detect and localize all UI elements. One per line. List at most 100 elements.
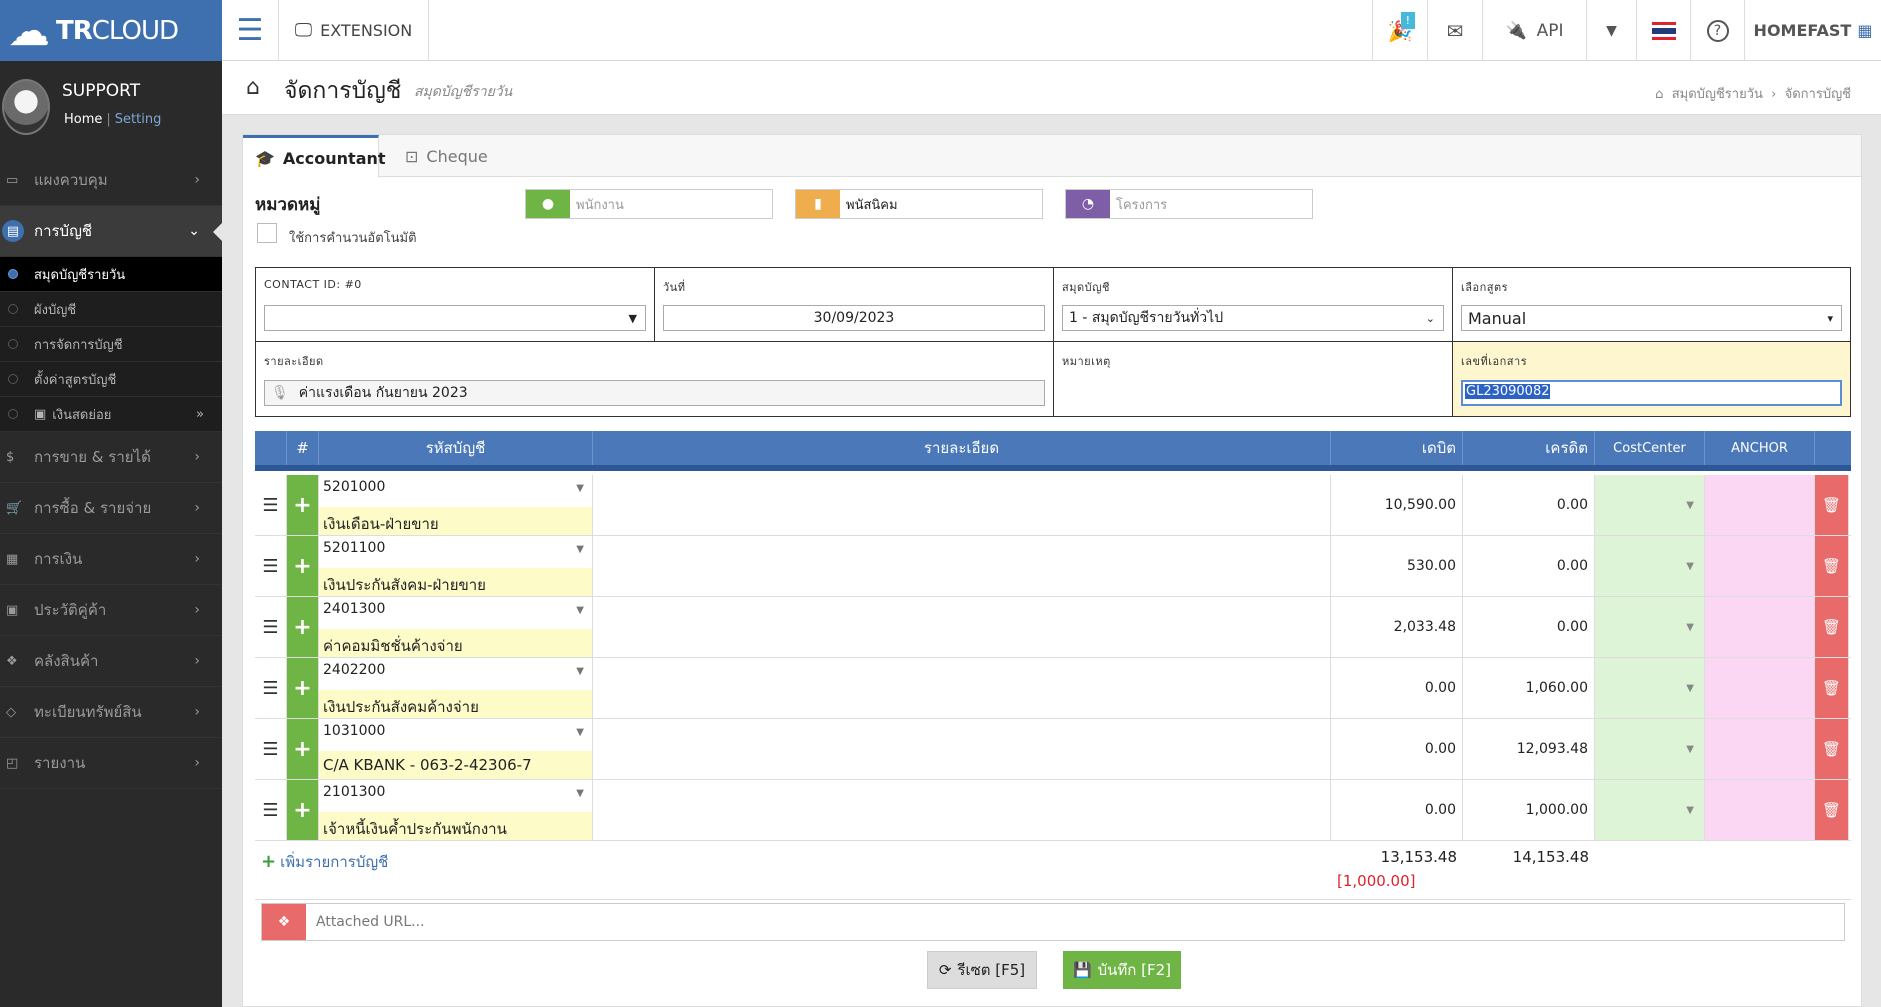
anchor-input[interactable]	[1705, 658, 1815, 718]
credit-input[interactable]: 0.00	[1463, 597, 1595, 657]
submenu-item-chart-of-accounts[interactable]: ผังบัญชี	[0, 292, 222, 327]
sidebar-item-inventory[interactable]: ❖ คลังสินค้า ›	[0, 636, 222, 687]
costcenter-select[interactable]: ▼	[1595, 597, 1705, 657]
journal-select[interactable]: 1 - สมุดบัญชีรายวันทั่วไป ⌄	[1062, 305, 1444, 331]
sidebar-item-dashboard[interactable]: ▭ แผงควบคุม ›	[0, 155, 222, 206]
brand-logo[interactable]: ☁ TR CLOUD	[0, 0, 222, 61]
debit-input[interactable]: 2,033.48	[1331, 597, 1463, 657]
remark-cell[interactable]: หมายเหตุ	[1054, 342, 1453, 416]
trash-icon[interactable]: 🗑	[1815, 536, 1849, 596]
submenu-item-account-management[interactable]: การจัดการบัญชี	[0, 327, 222, 362]
setting-link[interactable]: Setting	[115, 112, 162, 127]
notification-button[interactable]: 🎉 !	[1372, 0, 1427, 61]
formula-select[interactable]: Manual ▾	[1461, 305, 1842, 331]
tab-cheque[interactable]: ⊡ Cheque	[393, 135, 505, 177]
mail-button[interactable]: ✉	[1427, 0, 1482, 61]
trash-icon[interactable]: 🗑	[1815, 658, 1849, 718]
save-button[interactable]: 💾 บันทึก [F2]	[1063, 951, 1181, 989]
dropdown-button[interactable]: ▼	[1586, 0, 1636, 61]
auto-calc-checkbox[interactable]	[257, 223, 277, 243]
help-button[interactable]: ?	[1690, 0, 1744, 61]
costcenter-select[interactable]: ▼	[1595, 780, 1705, 840]
home-link[interactable]: Home	[64, 112, 102, 127]
costcenter-select[interactable]: ▼	[1595, 658, 1705, 718]
submenu-item-petty-cash[interactable]: ▣ เงินสดย่อย »	[0, 397, 222, 432]
line-detail-input[interactable]	[593, 536, 1331, 596]
anchor-input[interactable]	[1705, 597, 1815, 657]
sidebar-item-accounting[interactable]: ▤ การบัญชี ⌄	[0, 206, 222, 257]
trash-icon[interactable]: 🗑	[1815, 719, 1849, 779]
add-line-link[interactable]: + เพิ่มรายการบัญชี	[261, 850, 388, 874]
group-field[interactable]: ▮ พนัสนิคม	[795, 189, 1043, 219]
hamburger-icon[interactable]: ☰	[222, 0, 279, 61]
line-detail-input[interactable]	[593, 719, 1331, 779]
add-row-button[interactable]: +	[287, 597, 319, 657]
trash-icon[interactable]: 🗑	[1815, 597, 1849, 657]
drag-handle-icon[interactable]: ☰	[255, 719, 287, 779]
avatar[interactable]	[2, 79, 50, 135]
project-field[interactable]: ◔ โครงการ	[1065, 189, 1313, 219]
employee-field[interactable]: ● พนักงาน	[525, 189, 773, 219]
extension-button[interactable]: 🖵 EXTENSION	[279, 0, 429, 61]
sidebar-item-sales[interactable]: $ การขาย & รายได้ ›	[0, 432, 222, 483]
account-cell[interactable]: 2402200 ▼ เงินประกันสังคมค้างจ่าย	[319, 658, 593, 718]
anchor-input[interactable]	[1705, 780, 1815, 840]
anchor-input[interactable]	[1705, 536, 1815, 596]
trash-icon[interactable]: 🗑	[1815, 780, 1849, 840]
debit-input[interactable]: 0.00	[1331, 719, 1463, 779]
line-detail-input[interactable]	[593, 658, 1331, 718]
credit-input[interactable]: 1,000.00	[1463, 780, 1595, 840]
sidebar-item-purchases[interactable]: 🛒 การซื้อ & รายจ่าย ›	[0, 483, 222, 534]
trash-icon[interactable]: 🗑	[1815, 475, 1849, 535]
account-cell[interactable]: 1031000 ▼ C/A KBANK - 063-2-42306-7	[319, 719, 593, 779]
contact-select[interactable]: ▼	[264, 305, 646, 331]
drag-handle-icon[interactable]: ☰	[255, 658, 287, 718]
home-icon[interactable]: ⌂	[246, 75, 260, 100]
costcenter-select[interactable]: ▼	[1595, 536, 1705, 596]
account-cell[interactable]: 2401300 ▼ ค่าคอมมิชชั่นค้างจ่าย	[319, 597, 593, 657]
add-row-button[interactable]: +	[287, 719, 319, 779]
sidebar-item-assets[interactable]: ◇ ทะเบียนทรัพย์สิน ›	[0, 687, 222, 738]
breadcrumb-item[interactable]: สมุดบัญชีรายวัน	[1672, 87, 1763, 102]
debit-input[interactable]: 530.00	[1331, 536, 1463, 596]
debit-input[interactable]: 0.00	[1331, 780, 1463, 840]
date-input[interactable]: 30/09/2023	[663, 305, 1045, 331]
attached-url-field[interactable]: ❖ Attached URL...	[261, 903, 1845, 941]
line-detail-input[interactable]	[593, 780, 1331, 840]
tab-accountant[interactable]: 🎓 Accountant	[243, 135, 386, 178]
submenu-item-journal[interactable]: สมุดบัญชีรายวัน	[0, 257, 222, 292]
costcenter-select[interactable]: ▼	[1595, 719, 1705, 779]
language-button[interactable]	[1636, 0, 1690, 61]
add-row-button[interactable]: +	[287, 780, 319, 840]
detail-input[interactable]: 🎙 ค่าแรงเดือน กันยายน 2023	[264, 380, 1045, 406]
sidebar-item-reports[interactable]: ◰ รายงาน ›	[0, 738, 222, 789]
line-detail-input[interactable]	[593, 597, 1331, 657]
credit-input[interactable]: 0.00	[1463, 475, 1595, 535]
reset-button[interactable]: ⟳ รีเซต [F5]	[927, 951, 1037, 989]
debit-input[interactable]: 10,590.00	[1331, 475, 1463, 535]
anchor-input[interactable]	[1705, 475, 1815, 535]
account-cell[interactable]: 5201100 ▼ เงินประกันสังคม-ฝ่ายขาย	[319, 536, 593, 596]
costcenter-select[interactable]: ▼	[1595, 475, 1705, 535]
drag-handle-icon[interactable]: ☰	[255, 475, 287, 535]
anchor-input[interactable]	[1705, 719, 1815, 779]
sidebar-item-contacts[interactable]: ▣ ประวัติคู่ค้า ›	[0, 585, 222, 636]
drag-handle-icon[interactable]: ☰	[255, 536, 287, 596]
add-row-button[interactable]: +	[287, 536, 319, 596]
home-icon[interactable]: ⌂	[1655, 87, 1663, 102]
credit-input[interactable]: 0.00	[1463, 536, 1595, 596]
debit-input[interactable]: 0.00	[1331, 658, 1463, 718]
drag-handle-icon[interactable]: ☰	[255, 780, 287, 840]
add-row-button[interactable]: +	[287, 658, 319, 718]
sidebar-item-finance[interactable]: ▦ การเงิน ›	[0, 534, 222, 585]
submenu-item-formula-settings[interactable]: ตั้งค่าสูตรบัญชี	[0, 362, 222, 397]
credit-input[interactable]: 1,060.00	[1463, 658, 1595, 718]
docno-input[interactable]: GL23090082	[1461, 380, 1842, 406]
account-cell[interactable]: 5201000 ▼ เงินเดือน-ฝ่ายขาย	[319, 475, 593, 535]
line-detail-input[interactable]	[593, 475, 1331, 535]
api-button[interactable]: 🔌 API	[1482, 0, 1586, 61]
account-cell[interactable]: 2101300 ▼ เจ้าหนี้เงินค้ำประกันพนักงาน	[319, 780, 593, 840]
credit-input[interactable]: 12,093.48	[1463, 719, 1595, 779]
company-button[interactable]: HOMEFAST ▦	[1744, 0, 1881, 61]
drag-handle-icon[interactable]: ☰	[255, 597, 287, 657]
